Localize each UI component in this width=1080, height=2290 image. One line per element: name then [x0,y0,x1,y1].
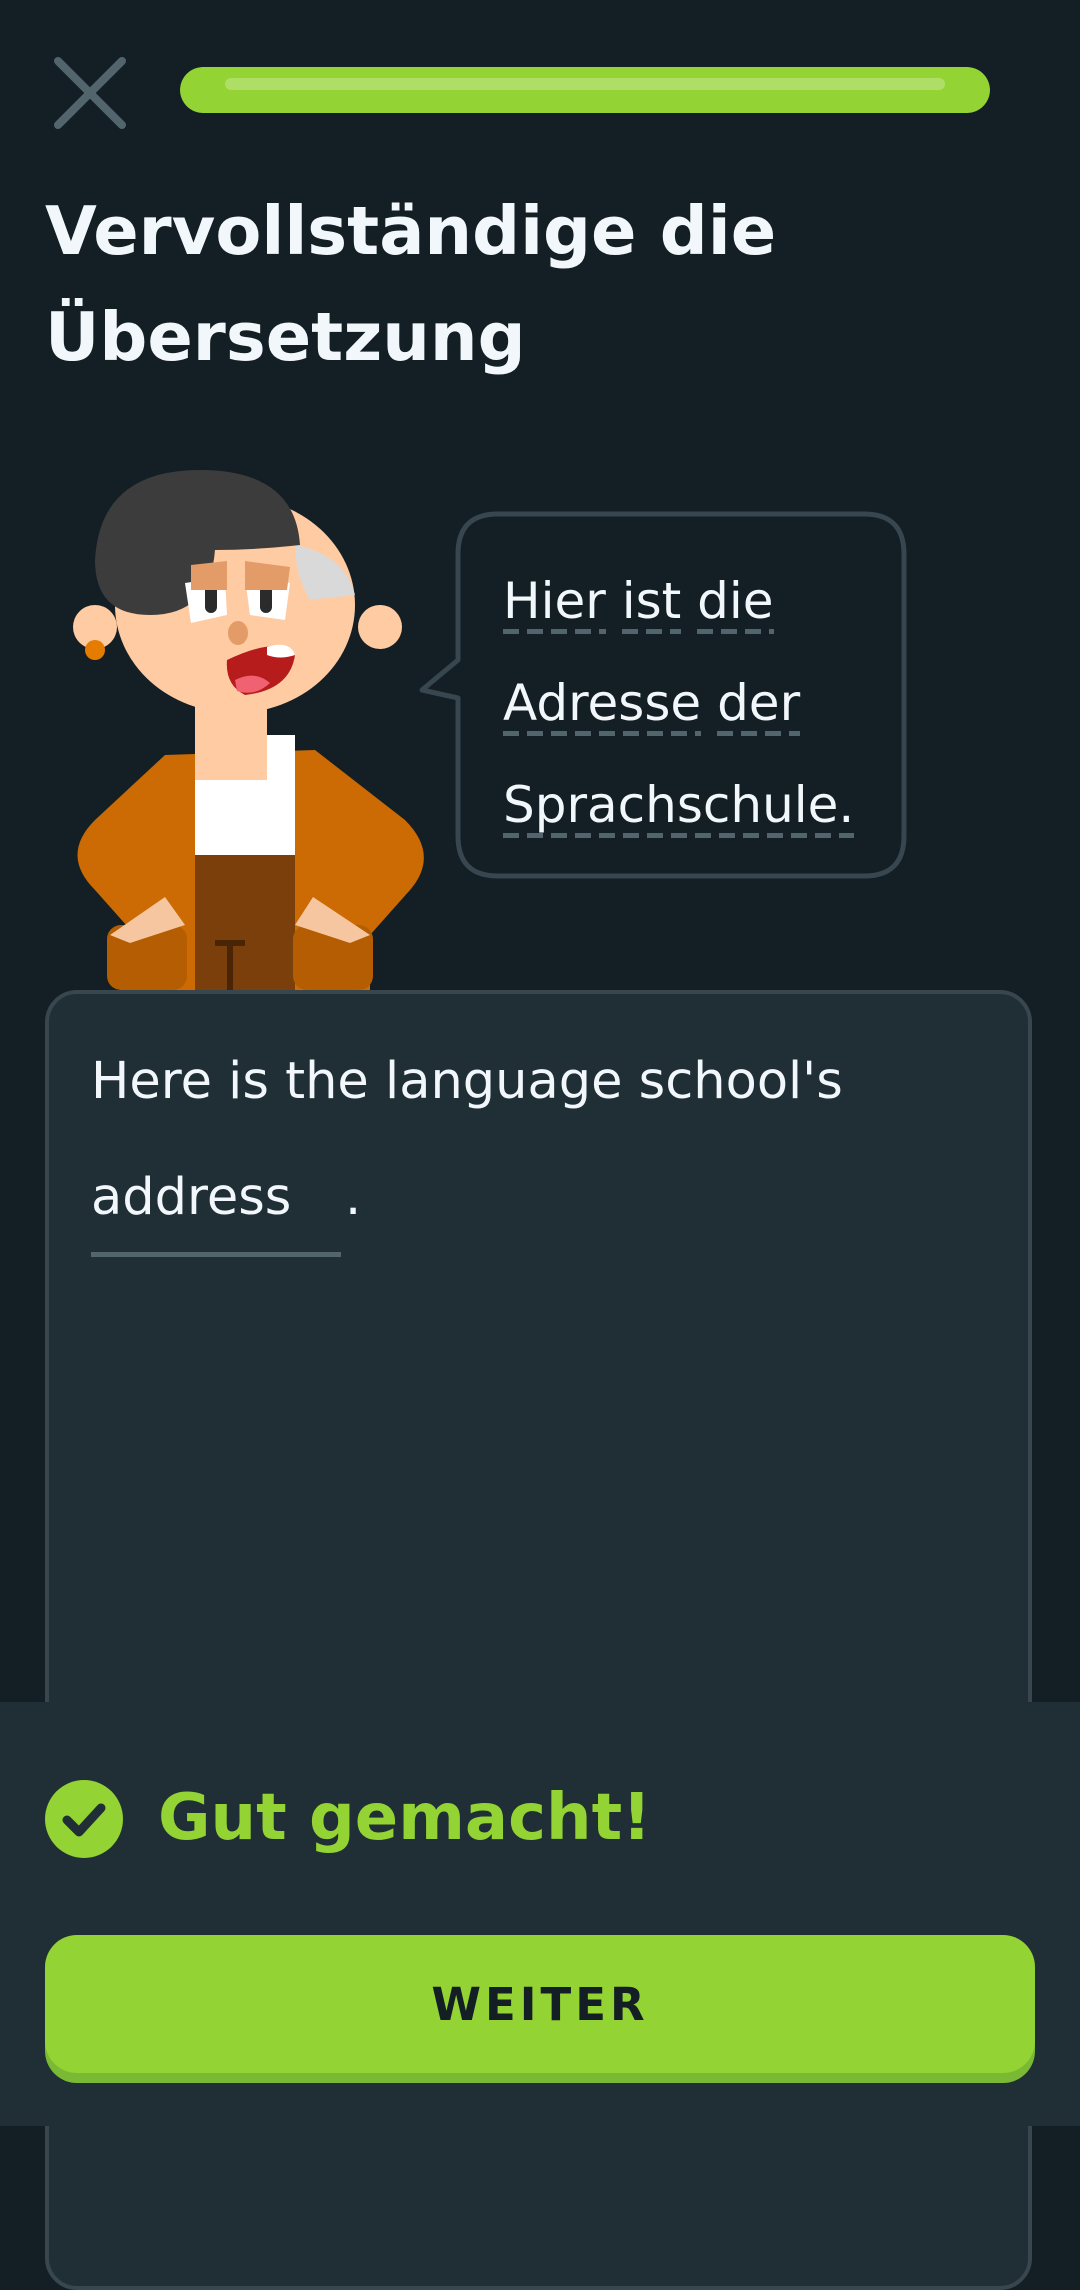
hint-word[interactable]: ist [621,550,682,652]
feedback-panel: Gut gemacht! WEITER [0,1702,1080,2126]
lesson-progress-bar [180,67,990,113]
answer-sentence: Here is the language school's address. [91,1024,971,1257]
hint-word[interactable]: Sprachschule. [503,754,855,856]
speech-bubble: Hier ist die Adresse der Sprachschule. [419,510,908,880]
answer-prefix: Here is the language school's [91,1052,843,1111]
hint-word[interactable]: Hier [503,550,606,652]
prompt-line: Hier ist die [503,550,903,652]
close-button[interactable] [52,55,128,131]
hint-word[interactable]: die [697,550,774,652]
prompt-line: Sprachschule. [503,754,903,856]
progress-shine [225,78,945,90]
hint-word[interactable]: Adresse [503,652,702,754]
prompt-line: Adresse der [503,652,903,754]
continue-button[interactable]: WEITER [45,1935,1035,2073]
prompt-sentence: Hier ist die Adresse der Sprachschule. [503,550,903,856]
hint-word[interactable]: der [717,652,801,754]
answer-blank-input[interactable]: address [91,1144,341,1257]
progress-fill [180,67,990,113]
exercise-title: Vervollständige die Übersetzung [45,192,777,376]
answer-suffix: . [345,1168,362,1227]
close-icon [54,57,126,129]
character-illustration [73,470,424,990]
feedback-title: Gut gemacht! [158,1781,652,1855]
checkmark-icon [45,1780,123,1858]
